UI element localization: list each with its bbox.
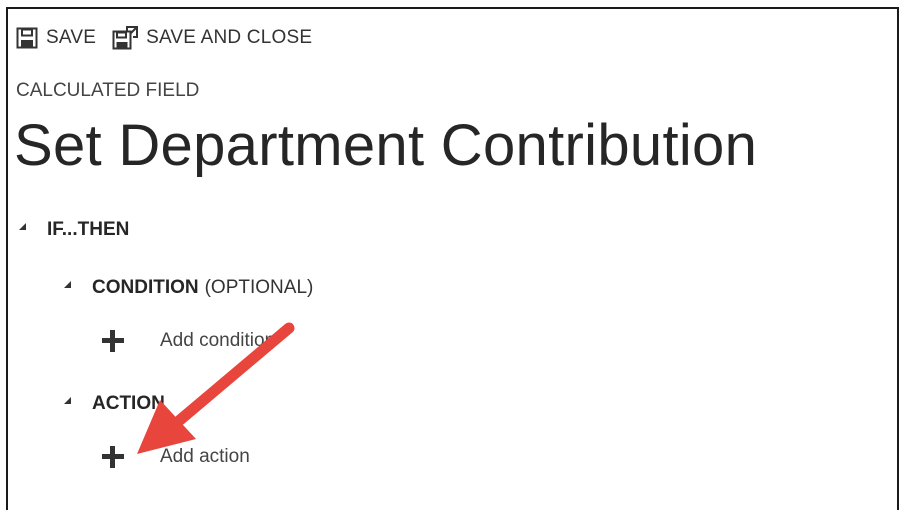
save-and-close-button[interactable]: SAVE AND CLOSE [112,26,312,50]
if-then-heading: IF...THEN [47,219,130,240]
plus-icon [102,446,124,468]
add-condition-button[interactable]: Add condition [102,330,275,352]
condition-label: CONDITION [92,277,199,298]
save-and-close-icon [112,26,139,50]
condition-optional-label: (OPTIONAL) [204,277,314,298]
save-and-close-label: SAVE AND CLOSE [146,27,313,48]
action-heading: ACTION [92,393,165,414]
plus-icon [102,330,124,352]
action-collapse-icon[interactable] [64,397,71,404]
if-then-collapse-icon[interactable] [19,223,26,230]
add-action-label: Add action [160,446,250,467]
entity-type-label: CALCULATED FIELD [16,80,200,101]
save-label: SAVE [46,27,97,48]
floppy-disk-icon [16,27,38,49]
save-button[interactable]: SAVE [16,27,96,49]
condition-heading: CONDITION (OPTIONAL) [92,277,313,299]
toolbar: SAVE SAVE AND CLOSE [16,24,328,52]
condition-collapse-icon[interactable] [64,281,71,288]
add-action-button[interactable]: Add action [102,446,250,468]
add-condition-label: Add condition [160,330,276,351]
page-title: Set Department Contribution [14,113,758,178]
